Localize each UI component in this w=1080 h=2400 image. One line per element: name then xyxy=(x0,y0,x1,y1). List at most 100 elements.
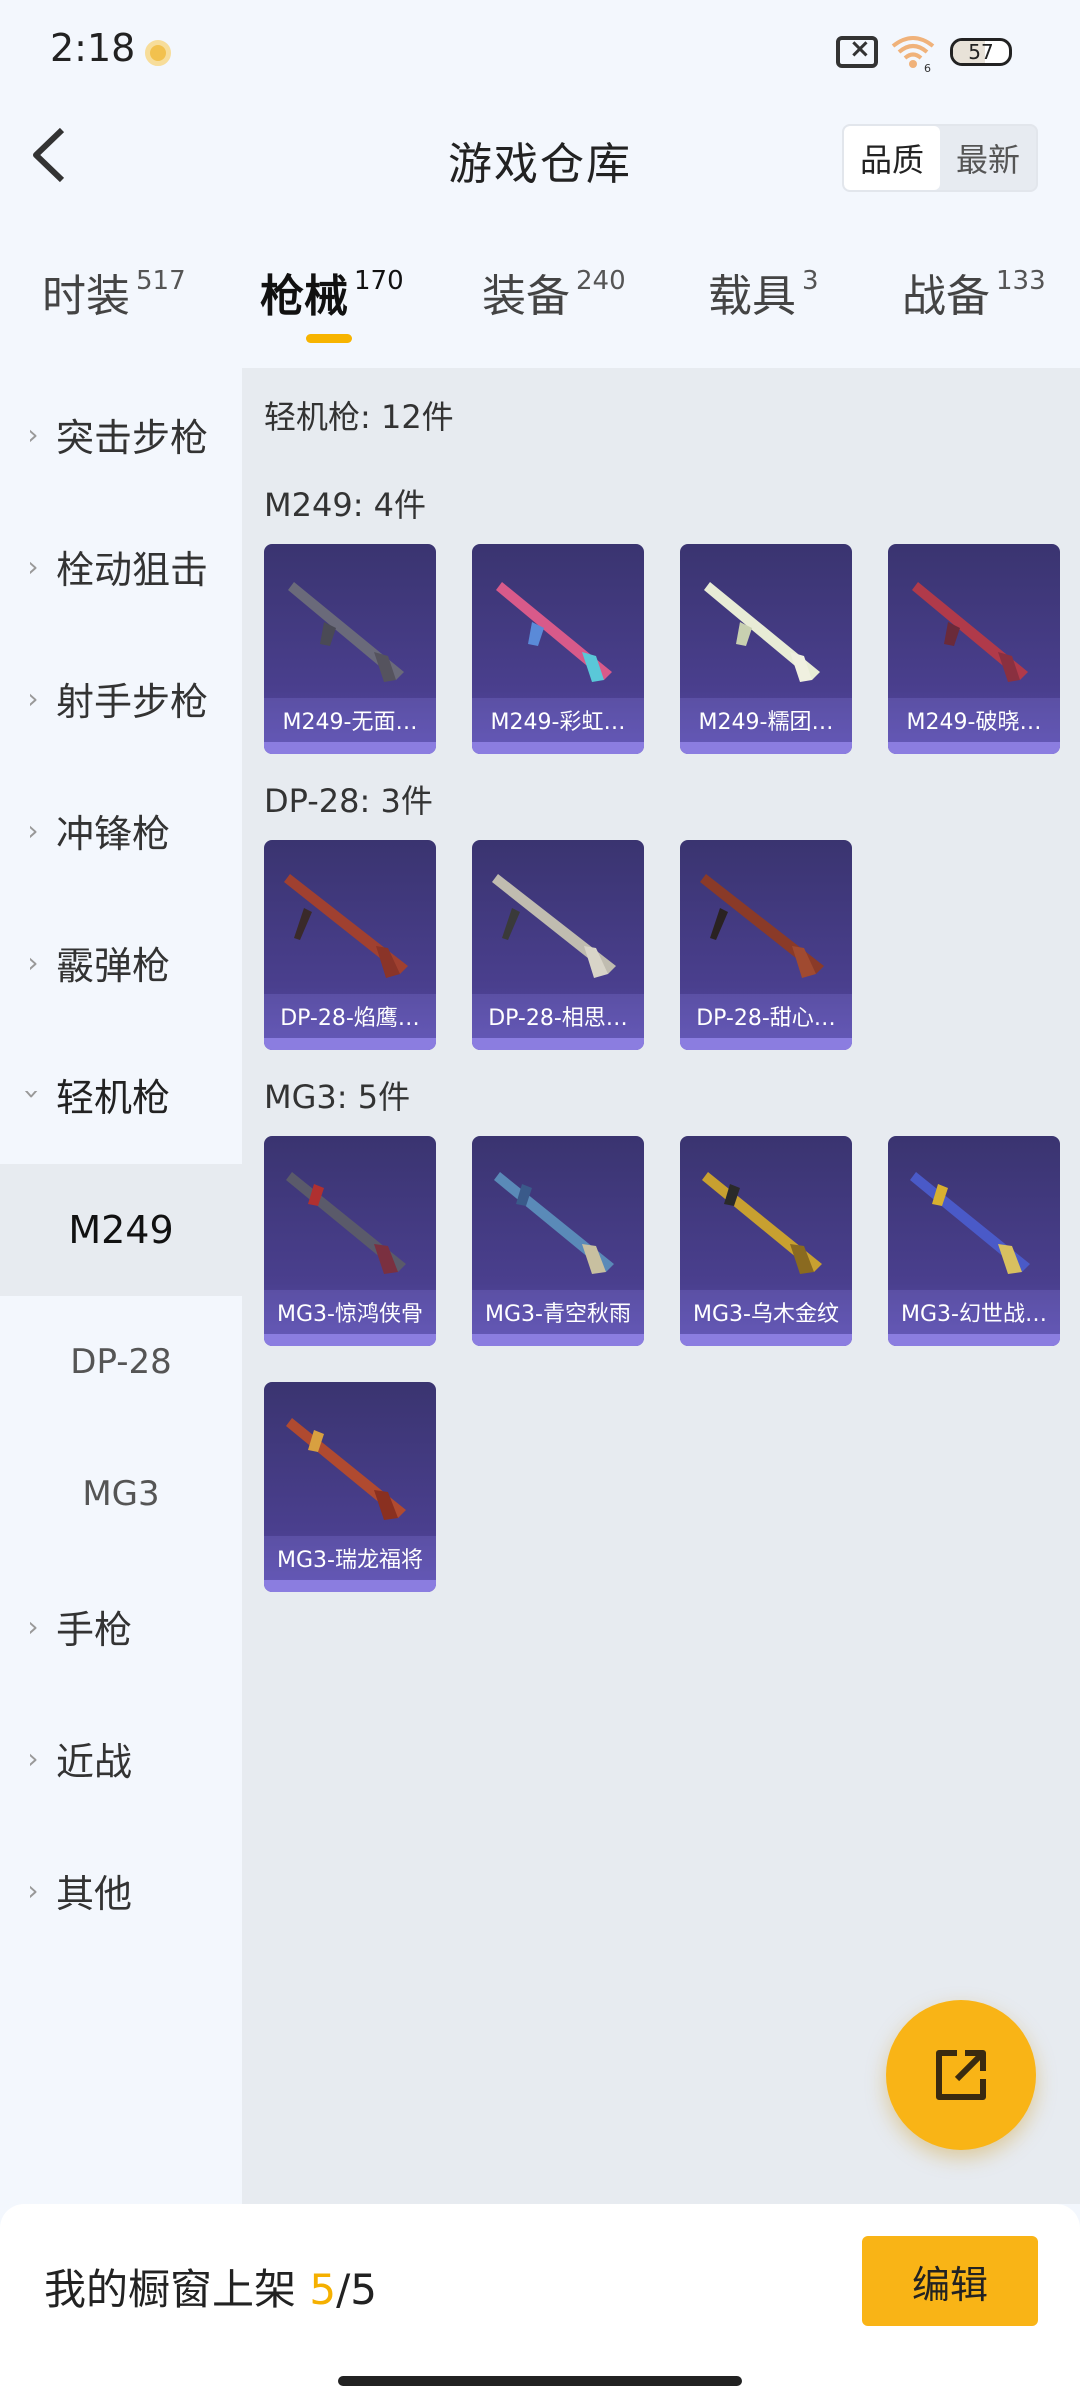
share-external-icon xyxy=(936,2050,986,2100)
sidebar: › 突击步枪 › 栓动狙击 › 射手步枪 › 冲锋枪 › 霰弹枪 › 轻机枪 M… xyxy=(0,368,242,2204)
status-bar: 2:18 6 57 xyxy=(0,0,1080,100)
group-title-mg3: MG3: 5件 xyxy=(264,1078,411,1116)
sidebar-item-label: 射手步枪 xyxy=(56,679,209,724)
sidebar-subitem-m249[interactable]: M249 xyxy=(0,1164,242,1296)
skin-card[interactable]: M249-彩虹… xyxy=(472,544,644,754)
chevron-right-icon: › xyxy=(27,813,39,847)
share-button[interactable] xyxy=(886,2000,1036,2150)
group-title-dp28: DP-28: 3件 xyxy=(264,782,433,820)
tab-count: 3 xyxy=(802,266,819,296)
sort-toggle[interactable]: 品质 最新 xyxy=(842,124,1038,192)
gun-image xyxy=(286,1172,406,1274)
skin-name: DP-28-相思… xyxy=(472,994,644,1038)
sidebar-item-label: 霰弹枪 xyxy=(56,943,171,988)
category-tabs: 时装 517 枪械 170 装备 240 载具 3 战备 133 xyxy=(0,260,1080,360)
sidebar-item-other[interactable]: › 其他 xyxy=(0,1824,242,1956)
gun-image xyxy=(700,874,824,978)
gun-image xyxy=(702,1172,822,1274)
skin-card[interactable]: DP-28-甜心… xyxy=(680,840,852,1050)
sidebar-item-label: 近战 xyxy=(56,1739,133,1784)
sidebar-item-label: 冲锋枪 xyxy=(56,811,171,856)
gun-image xyxy=(910,1172,1030,1274)
sidebar-item-melee[interactable]: › 近战 xyxy=(0,1692,242,1824)
card-accent-bar xyxy=(264,1038,436,1050)
sidebar-item-assault-rifle[interactable]: › 突击步枪 xyxy=(0,368,242,500)
sidebar-subitem-mg3[interactable]: MG3 xyxy=(0,1428,242,1560)
sidebar-item-marksman-rifle[interactable]: › 射手步枪 xyxy=(0,632,242,764)
sort-option-quality[interactable]: 品质 xyxy=(844,126,940,190)
sidebar-item-label: 突击步枪 xyxy=(56,415,209,460)
wifi-icon: 6 xyxy=(891,36,935,72)
sidebar-item-bolt-sniper[interactable]: › 栓动狙击 xyxy=(0,500,242,632)
chevron-right-icon: › xyxy=(27,549,39,583)
skin-card[interactable]: MG3-瑞龙福将 xyxy=(264,1382,436,1592)
tab-supplies[interactable]: 战备 133 xyxy=(902,260,1046,324)
chevron-right-icon: › xyxy=(27,1609,39,1643)
sidebar-item-pistol[interactable]: › 手枪 xyxy=(0,1560,242,1692)
battery-level: 57 xyxy=(968,40,994,64)
skin-card[interactable]: DP-28-相思… xyxy=(472,840,644,1050)
showcase-current: 5 xyxy=(309,2265,337,2314)
showcase-total: /5 xyxy=(336,2265,377,2314)
gun-image xyxy=(912,582,1028,682)
card-accent-bar xyxy=(472,1334,644,1346)
home-indicator[interactable] xyxy=(338,2376,742,2386)
tab-label: 装备 xyxy=(482,271,570,322)
tab-count: 517 xyxy=(136,266,186,296)
card-accent-bar xyxy=(680,1334,852,1346)
skin-name: MG3-青空秋雨 xyxy=(472,1290,644,1334)
sidebar-item-smg[interactable]: › 冲锋枪 xyxy=(0,764,242,896)
skin-card[interactable]: MG3-惊鸿侠骨 xyxy=(264,1136,436,1346)
sidebar-item-lmg[interactable]: › 轻机枪 xyxy=(0,1028,242,1160)
chevron-right-icon: › xyxy=(27,417,39,451)
skin-name: M249-彩虹… xyxy=(472,698,644,742)
skin-card[interactable]: MG3-青空秋雨 xyxy=(472,1136,644,1346)
tab-equipment[interactable]: 装备 240 xyxy=(482,260,626,324)
sidebar-item-label: 轻机枪 xyxy=(56,1075,171,1120)
chevron-down-icon: › xyxy=(16,1088,50,1100)
card-accent-bar xyxy=(888,742,1060,754)
edit-button[interactable]: 编辑 xyxy=(862,2236,1038,2326)
notification-icon xyxy=(145,40,171,66)
chevron-right-icon: › xyxy=(27,945,39,979)
tab-vehicles[interactable]: 载具 3 xyxy=(708,260,819,324)
card-accent-bar xyxy=(472,742,644,754)
sort-option-newest[interactable]: 最新 xyxy=(940,126,1036,190)
skin-card[interactable]: M249-糯团… xyxy=(680,544,852,754)
tab-count: 170 xyxy=(354,266,404,296)
skin-card[interactable]: M249-破晓… xyxy=(888,544,1060,754)
card-accent-bar xyxy=(680,742,852,754)
skin-name: MG3-瑞龙福将 xyxy=(264,1536,436,1580)
skin-name: M249-无面… xyxy=(264,698,436,742)
card-accent-bar xyxy=(472,1038,644,1050)
sidebar-subitem-dp28[interactable]: DP-28 xyxy=(0,1296,242,1428)
battery-indicator: 57 xyxy=(950,38,1012,66)
active-tab-indicator xyxy=(306,334,352,343)
skin-card[interactable]: MG3-乌木金纹 xyxy=(680,1136,852,1346)
gun-image xyxy=(284,874,408,978)
skin-card[interactable]: DP-28-焰鹰… xyxy=(264,840,436,1050)
bottom-bar: 我的橱窗上架 5/5 编辑 xyxy=(0,2204,1080,2400)
status-time: 2:18 xyxy=(50,26,136,70)
skin-name: DP-28-甜心… xyxy=(680,994,852,1038)
skin-name: M249-糯团… xyxy=(680,698,852,742)
card-accent-bar xyxy=(888,1334,1060,1346)
showcase-label: 我的橱窗上架 xyxy=(44,2265,297,2314)
tab-fashion[interactable]: 时装 517 xyxy=(42,260,186,324)
sidebar-item-shotgun[interactable]: › 霰弹枪 xyxy=(0,896,242,1028)
tab-firearms[interactable]: 枪械 170 xyxy=(260,260,404,324)
card-accent-bar xyxy=(264,1580,436,1592)
category-summary: 轻机枪: 12件 xyxy=(264,398,454,436)
skin-card[interactable]: M249-无面… xyxy=(264,544,436,754)
sidebar-item-label: 手枪 xyxy=(56,1607,133,1652)
skin-name: DP-28-焰鹰… xyxy=(264,994,436,1038)
skin-name: MG3-乌木金纹 xyxy=(680,1290,852,1334)
chevron-right-icon: › xyxy=(27,681,39,715)
gun-image xyxy=(496,582,612,682)
wifi-sub-label: 6 xyxy=(924,62,931,72)
chevron-right-icon: › xyxy=(27,1741,39,1775)
tab-label: 时装 xyxy=(42,271,130,322)
card-accent-bar xyxy=(264,1334,436,1346)
gun-image xyxy=(286,1418,406,1520)
skin-card[interactable]: MG3-幻世战… xyxy=(888,1136,1060,1346)
